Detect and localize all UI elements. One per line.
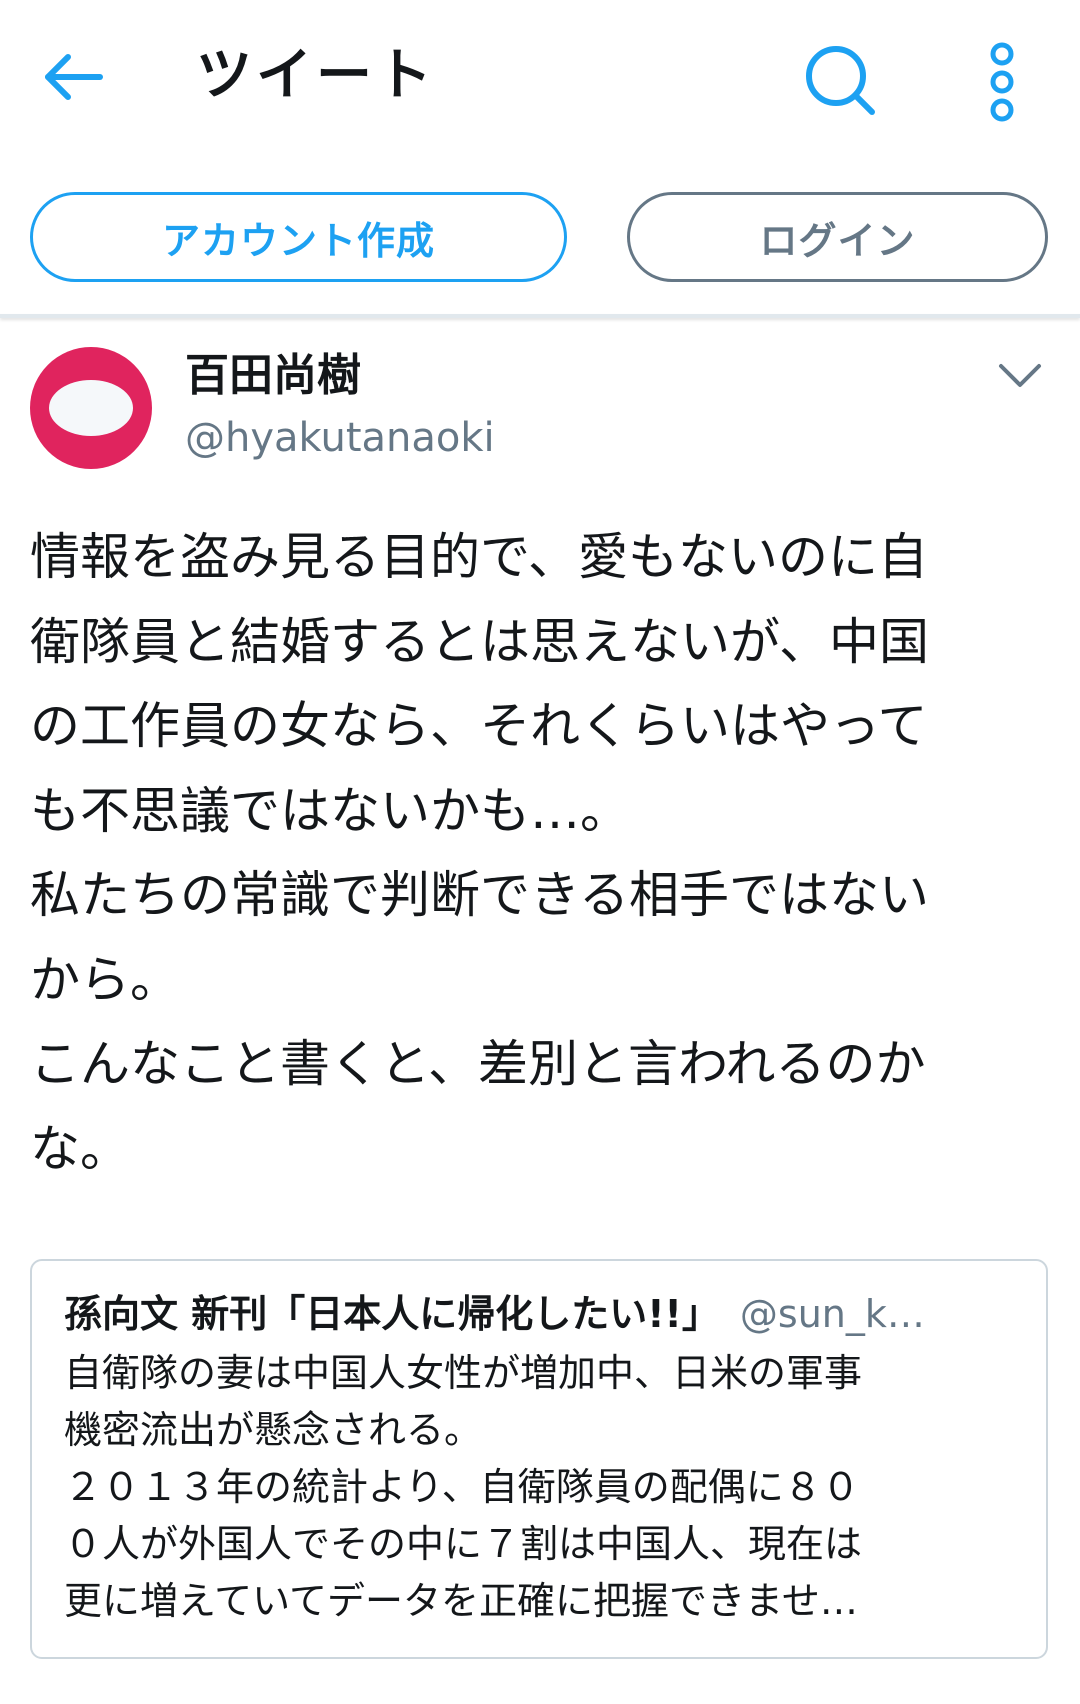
quoted-tweet-header: 孫向文 新刊「日本人に帰化したい!!」 @sun_k… [64, 1289, 1014, 1339]
user-handle[interactable]: @hyakutanaoki [185, 412, 495, 464]
more-vertical-icon [990, 42, 1014, 122]
top-bar: ツイート [0, 0, 1080, 160]
tweet-text: 情報を盗み見る目的で、愛もないのに自 衛隊員と結婚するとは思えないが、中国 の工… [30, 515, 1060, 1191]
tweet-text-line: 衛隊員と結婚するとは思えないが、中国 [30, 612, 929, 671]
arrow-left-icon [45, 54, 103, 100]
tweet-text-line: こんなこと書くと、差別と言われるのか [30, 1035, 926, 1093]
back-button[interactable] [40, 42, 110, 112]
tweet-text-line: も不思議ではないかも…。 [30, 781, 630, 840]
tweet-text-line: 情報を盗み見る目的で、愛もないのに自 [30, 528, 928, 586]
search-icon [806, 46, 875, 115]
tweet-text-line: から。 [30, 950, 180, 1009]
avatar[interactable] [30, 347, 152, 469]
login-button[interactable]: ログイン [627, 192, 1048, 282]
quoted-display-name: 孫向文 新刊「日本人に帰化したい!!」 [64, 1292, 720, 1336]
avatar-shape [49, 380, 133, 436]
page-title: ツイート [196, 43, 436, 108]
quoted-text-line: ０人が外国人でその中に７割は中国人、現在は [64, 1522, 863, 1566]
search-button[interactable] [800, 40, 880, 120]
quoted-text-line: 自衛隊の妻は中国人女性が増加中、日米の軍事 [64, 1351, 863, 1395]
tweet-text-line: 私たちの常識で判断できる相手ではない [30, 866, 929, 924]
header-divider [0, 314, 1080, 318]
tweet-text-line: の工作員の女なら、それくらいはやって [30, 697, 928, 755]
tweet-menu-button[interactable] [995, 356, 1045, 396]
quoted-text-line: ２０１３年の統計より、自衛隊員の配偶に８０ [64, 1465, 860, 1509]
quoted-text-line: 更に増えていてデータを正確に把握できませ… [64, 1579, 858, 1623]
display-name[interactable]: 百田尚樹 [185, 348, 361, 404]
quoted-user-handle: @sun_k… [739, 1292, 925, 1336]
tweet-text-line: な。 [30, 1119, 130, 1178]
create-account-button[interactable]: アカウント作成 [30, 192, 567, 282]
tweet-screen: ツイート アカウント作成 ログイン 百田尚樹 @hyakutanaoki 情報を… [0, 0, 1080, 1704]
more-options-button[interactable] [980, 40, 1024, 124]
quoted-tweet-text: 自衛隊の妻は中国人女性が増加中、日米の軍事 機密流出が懸念される。 ２０１３年の… [64, 1345, 1024, 1630]
chevron-down-icon [999, 364, 1041, 387]
quoted-tweet-card[interactable]: 孫向文 新刊「日本人に帰化したい!!」 @sun_k… 自衛隊の妻は中国人女性が増… [30, 1259, 1048, 1659]
quoted-text-line: 機密流出が懸念される。 [64, 1408, 483, 1452]
